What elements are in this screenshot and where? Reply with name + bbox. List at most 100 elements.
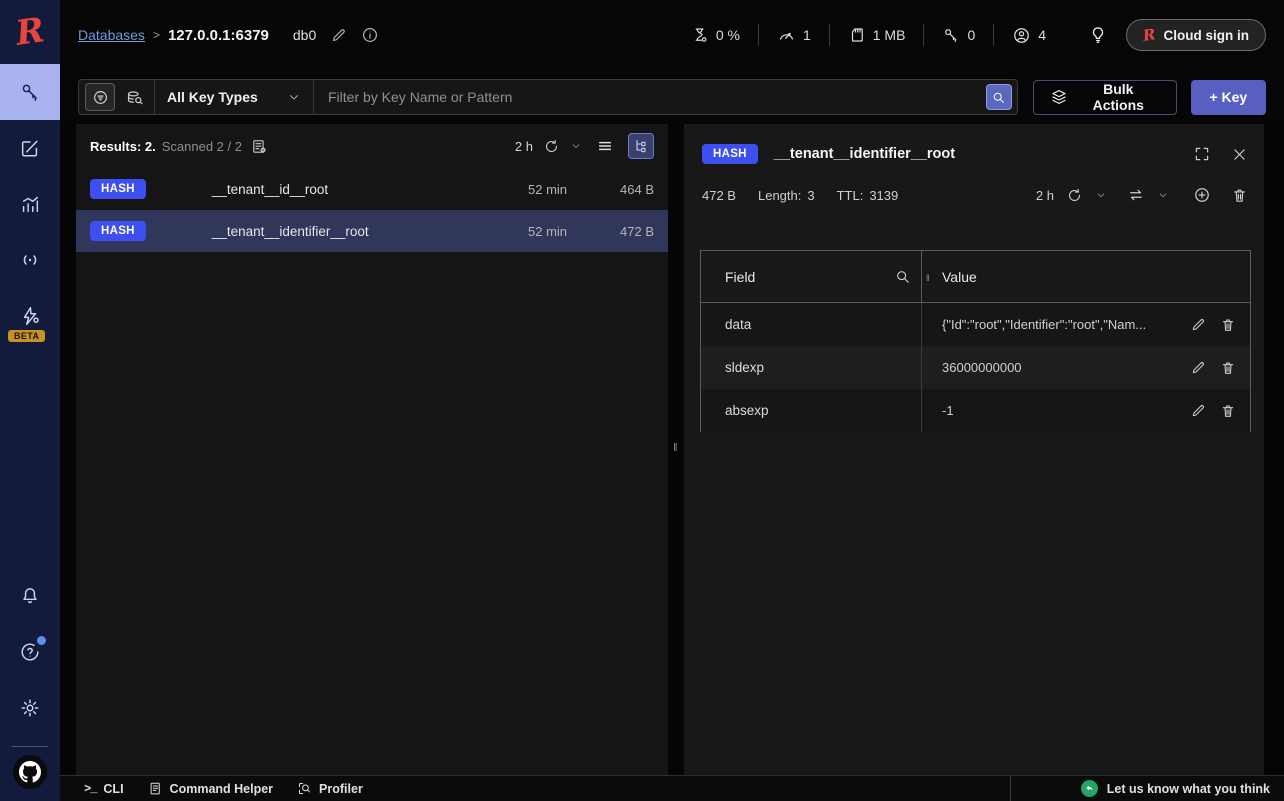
sidebar-item-browser[interactable] (0, 64, 60, 120)
left-sidebar: R BETA (0, 0, 60, 801)
feedback-icon (1081, 780, 1098, 797)
value-cell[interactable]: 36000000000 (922, 360, 1190, 375)
key-row[interactable]: HASH __tenant__id__root 52 min 464 B (76, 168, 668, 210)
breadcrumb-host: 127.0.0.1:6379 (168, 27, 269, 44)
info-icon[interactable] (361, 26, 379, 44)
search-values-icon[interactable] (125, 88, 144, 107)
list-view-button[interactable] (592, 133, 618, 159)
detail-size: 472 B (702, 188, 736, 203)
stat-commands: 1 (759, 26, 829, 45)
detail-type-badge: HASH (702, 144, 758, 164)
terminal-icon: >_ (84, 782, 96, 796)
search-filter-bar: All Key Types Bulk Actions + Key (60, 70, 1284, 124)
field-cell: sldexp (701, 346, 922, 389)
cpu-hourglass-icon (691, 26, 709, 44)
key-type-badge: HASH (90, 179, 146, 199)
feedback-button[interactable]: Let us know what you think (1010, 776, 1270, 801)
detail-refresh-time: 2 h (1036, 188, 1054, 203)
edit-alias-icon[interactable] (330, 27, 347, 44)
key-filter-input[interactable] (314, 80, 986, 114)
broadcast-icon (19, 249, 41, 271)
chart-icon (19, 193, 41, 215)
insights-lightbulb-icon[interactable] (1088, 25, 1108, 45)
lightning-gear-icon (19, 305, 41, 327)
refresh-options-chevron-icon[interactable] (570, 140, 582, 152)
bell-icon (19, 585, 41, 607)
edit-field-icon[interactable] (1190, 403, 1206, 419)
key-type-dropdown[interactable]: All Key Types (155, 80, 313, 114)
key-list-header: Results: 2. Scanned 2 / 2 2 h (76, 124, 668, 168)
stat-keys: 0 (924, 26, 993, 44)
format-options-chevron-icon[interactable] (1157, 189, 1169, 201)
stat-memory: 1 MB (830, 26, 924, 44)
hash-field-row[interactable]: absexp -1 (701, 389, 1250, 432)
profiler-button[interactable]: Profiler (297, 781, 363, 796)
stat-clients: 4 (994, 26, 1064, 45)
github-icon[interactable] (13, 755, 47, 789)
delete-field-icon[interactable] (1220, 403, 1236, 419)
last-refresh-time: 2 h (515, 139, 533, 154)
refresh-icon[interactable] (1066, 187, 1083, 204)
memory-card-icon (848, 26, 866, 44)
key-size: 464 B (598, 182, 654, 197)
cli-button[interactable]: >_ CLI (84, 782, 124, 796)
sidebar-divider (12, 746, 48, 747)
field-cell: data (701, 303, 922, 346)
filter-container: All Key Types (78, 79, 1018, 115)
value-column-header: Value (922, 251, 1250, 302)
table-header-row: Field Value (701, 251, 1250, 303)
delete-field-icon[interactable] (1220, 360, 1236, 376)
key-ttl: 52 min (528, 224, 598, 239)
sidebar-item-workbench[interactable] (0, 120, 60, 176)
search-button[interactable] (986, 84, 1012, 110)
beta-badge: BETA (8, 330, 45, 342)
scan-settings-icon[interactable] (251, 138, 268, 155)
value-cell[interactable]: {"Id":"root","Identifier":"root","Nam... (922, 317, 1190, 332)
sidebar-item-settings[interactable] (0, 680, 60, 736)
filter-by-type-icon[interactable] (85, 83, 115, 111)
db-stats: 0 % 1 1 MB 0 4 (673, 24, 1064, 46)
tree-view-button[interactable] (628, 133, 654, 159)
key-list-panel: Results: 2. Scanned 2 / 2 2 h HASH __ten… (76, 124, 668, 776)
cloud-sign-in-button[interactable]: R Cloud sign in (1126, 19, 1266, 51)
bulk-actions-button[interactable]: Bulk Actions (1033, 80, 1177, 115)
key-row-selected[interactable]: HASH __tenant__identifier__root 52 min 4… (76, 210, 668, 252)
refresh-options-chevron-icon[interactable] (1095, 189, 1107, 201)
sidebar-item-pubsub[interactable] (0, 232, 60, 288)
detail-length: Length: 3 (758, 188, 815, 203)
field-search-icon[interactable] (894, 268, 911, 285)
key-detail-panel: HASH __tenant__identifier__root 472 B Le… (684, 124, 1264, 776)
detail-key-name[interactable]: __tenant__identifier__root (774, 146, 955, 162)
key-size: 472 B (598, 224, 654, 239)
add-field-icon[interactable] (1193, 186, 1211, 204)
delete-key-icon[interactable] (1231, 187, 1248, 204)
breadcrumb-databases-link[interactable]: Databases (78, 27, 145, 43)
delete-field-icon[interactable] (1220, 317, 1236, 333)
hash-field-row[interactable]: sldexp 36000000000 (701, 346, 1250, 389)
format-switch-icon[interactable] (1127, 186, 1145, 204)
resizer-grip-icon: ‖ (673, 442, 679, 454)
add-key-button[interactable]: + Key (1191, 80, 1266, 115)
field-column-header: Field (701, 251, 922, 302)
refresh-icon[interactable] (543, 138, 560, 155)
redis-logo[interactable]: R (0, 0, 60, 64)
fullscreen-icon[interactable] (1193, 145, 1211, 163)
edit-field-icon[interactable] (1190, 317, 1206, 333)
edit-field-icon[interactable] (1190, 360, 1206, 376)
command-helper-button[interactable]: Command Helper (148, 781, 274, 796)
value-cell[interactable]: -1 (922, 403, 1190, 418)
document-icon (148, 781, 163, 796)
gear-icon (19, 697, 41, 719)
panel-resizer[interactable]: ‖ (668, 124, 684, 776)
sidebar-item-analytics[interactable] (0, 176, 60, 232)
detail-actions: 2 h (1036, 186, 1248, 204)
chevron-down-icon (287, 90, 301, 104)
sidebar-item-triggers-functions[interactable]: BETA (0, 288, 60, 344)
column-resize-grip[interactable]: ‖ (926, 273, 931, 283)
sidebar-item-notifications[interactable] (0, 568, 60, 624)
hash-field-row[interactable]: data {"Id":"root","Identifier":"root","N… (701, 303, 1250, 346)
close-icon[interactable] (1231, 146, 1248, 163)
sidebar-item-help[interactable] (0, 624, 60, 680)
gauge-icon (777, 26, 796, 45)
edit-icon (19, 137, 41, 159)
